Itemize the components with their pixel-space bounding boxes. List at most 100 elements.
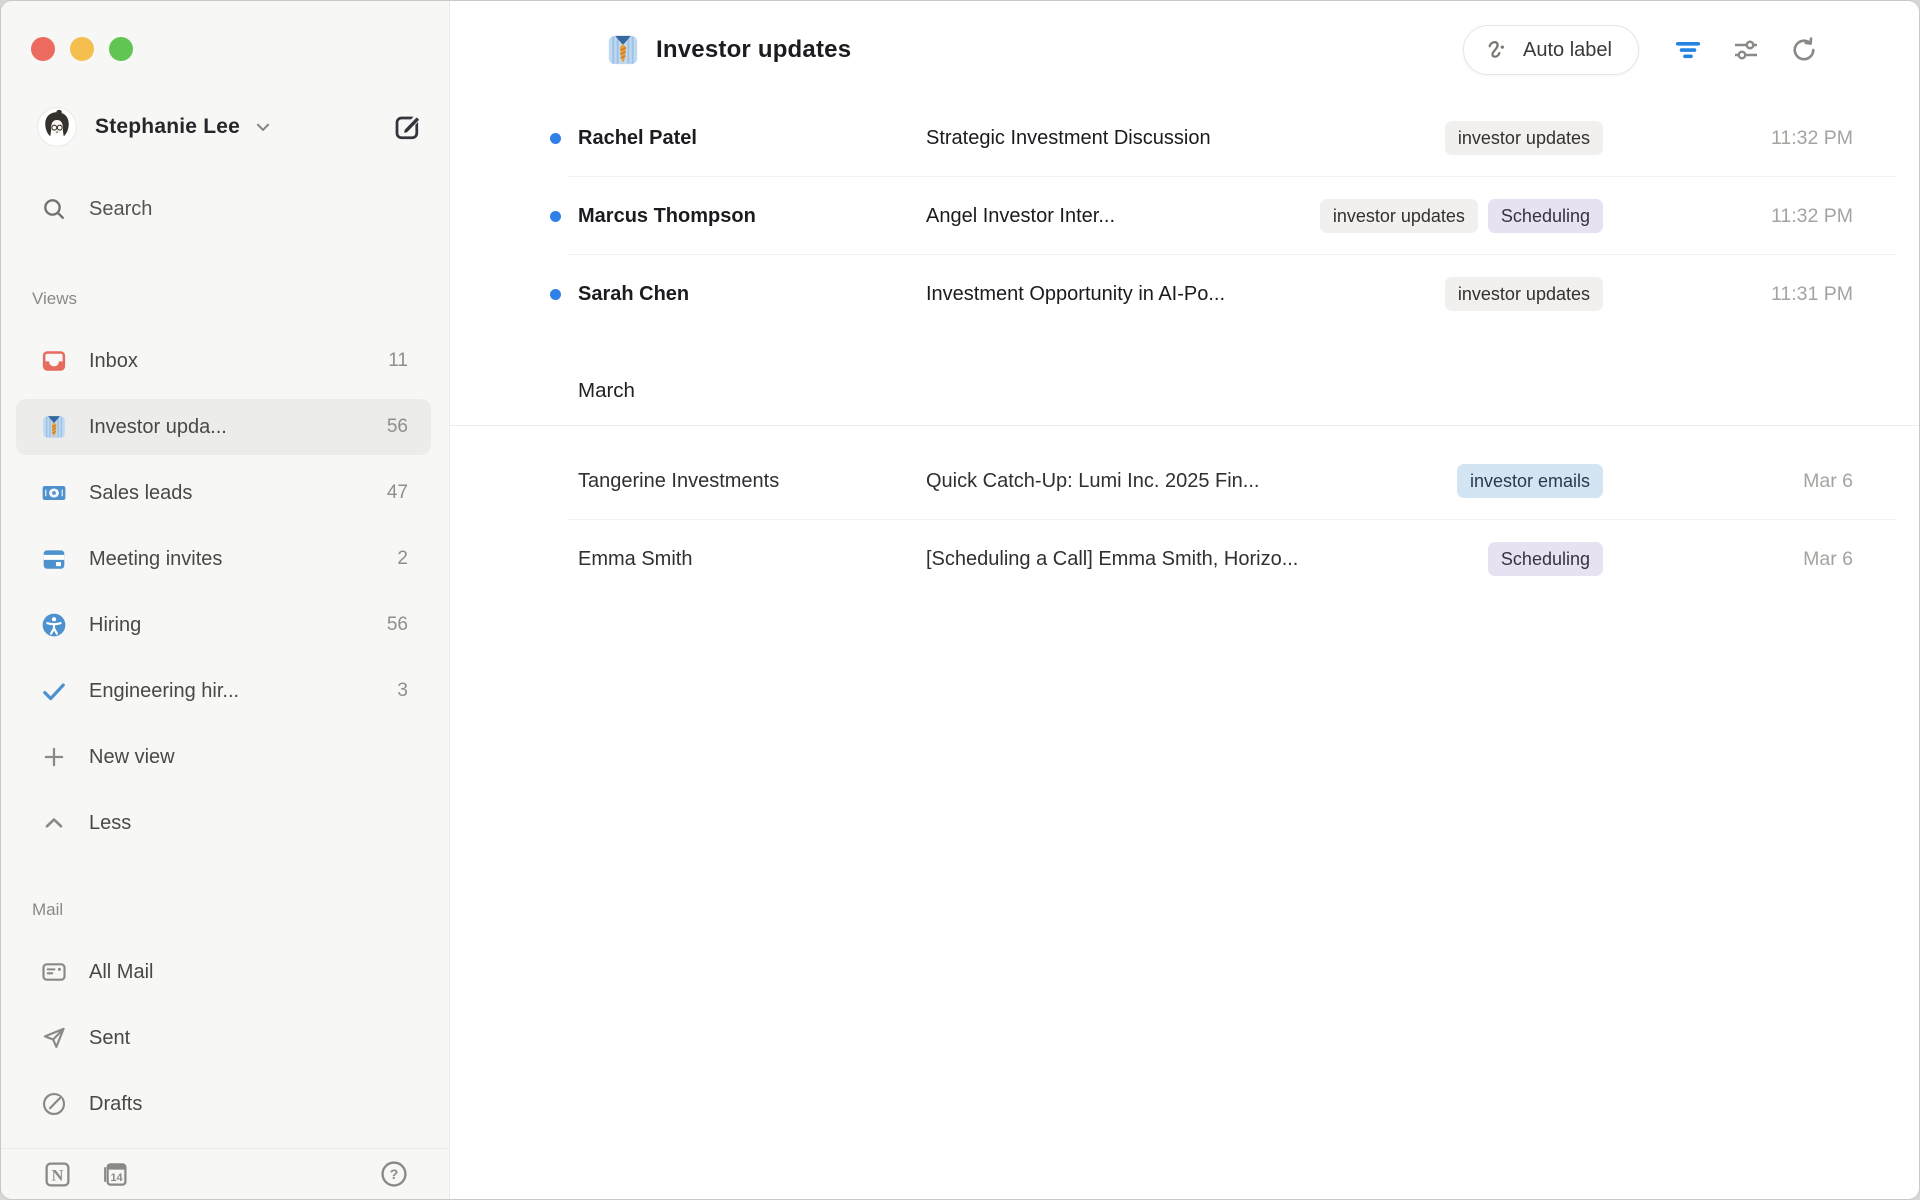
compose-icon[interactable] <box>393 112 423 142</box>
paper-plane-icon <box>41 1025 67 1051</box>
avatar[interactable] <box>37 107 77 147</box>
sidebar-item-label: Engineering hir... <box>89 680 239 703</box>
search-button[interactable]: Search <box>16 187 431 231</box>
necktie-icon <box>606 33 640 67</box>
month-section-header: March <box>450 333 1919 426</box>
chevron-up-icon <box>41 810 67 836</box>
views-section-label: Views <box>32 289 449 309</box>
new-view-label: New view <box>89 746 175 769</box>
email-subject: Quick Catch-Up: Lumi Inc. 2025 Fin... <box>926 470 1457 493</box>
main-panel: Investor updates Auto label <box>450 1 1919 1199</box>
auto-label-button[interactable]: Auto label <box>1463 25 1639 75</box>
email-subject: [Scheduling a Call] Emma Smith, Horizo..… <box>926 548 1488 571</box>
email-row[interactable]: Tangerine Investments Quick Catch-Up: Lu… <box>450 442 1919 520</box>
sidebar-item-all-mail[interactable]: All Mail <box>16 944 431 1000</box>
auto-label-button-label: Auto label <box>1523 39 1612 62</box>
sidebar-footer: N 14 ? <box>1 1148 449 1199</box>
filter-icon[interactable] <box>1673 35 1703 65</box>
svg-text:14: 14 <box>111 1172 123 1184</box>
views-list: Inbox 11 Investor upda... 56 <box>1 333 449 851</box>
sidebar-item-meeting-invites[interactable]: Meeting invites 2 <box>16 531 431 587</box>
sidebar-item-engineering-hiring[interactable]: Engineering hir... 3 <box>16 663 431 719</box>
unread-dot <box>550 289 561 300</box>
sidebar-item-investor-updates[interactable]: Investor upda... 56 <box>16 399 431 455</box>
sidebar-item-label: Meeting invites <box>89 548 222 571</box>
window-controls <box>1 1 449 61</box>
svg-text:N: N <box>52 1165 64 1184</box>
profile-name: Stephanie Lee <box>95 115 240 139</box>
email-row[interactable]: Emma Smith [Scheduling a Call] Emma Smit… <box>450 520 1919 598</box>
sidebar-item-label: Sent <box>89 1027 130 1050</box>
refresh-icon[interactable] <box>1789 35 1819 65</box>
sidebar-item-sales-leads[interactable]: Sales leads 47 <box>16 465 431 521</box>
email-sender: Tangerine Investments <box>578 470 926 493</box>
email-tag[interactable]: investor updates <box>1445 121 1603 155</box>
close-window-icon[interactable] <box>31 37 55 61</box>
sidebar-item-hiring[interactable]: Hiring 56 <box>16 597 431 653</box>
page-title: Investor updates <box>656 36 851 64</box>
sidebar-item-drafts[interactable]: Drafts <box>16 1076 431 1132</box>
sidebar-item-count: 47 <box>387 482 408 504</box>
sidebar-item-count: 56 <box>387 614 408 636</box>
accessibility-icon <box>41 612 67 638</box>
email-tag[interactable]: investor updates <box>1320 199 1478 233</box>
email-sender: Marcus Thompson <box>578 205 926 228</box>
drafts-pencil-icon <box>41 1091 67 1117</box>
email-tags: Scheduling <box>1488 542 1603 576</box>
email-subject: Strategic Investment Discussion <box>926 127 1445 150</box>
sidebar-item-label: Drafts <box>89 1093 142 1116</box>
email-tag[interactable]: Scheduling <box>1488 542 1603 576</box>
email-subject: Angel Investor Inter... <box>926 205 1320 228</box>
new-view-button[interactable]: New view <box>16 729 431 785</box>
profile-row[interactable]: Stephanie Lee <box>37 105 423 149</box>
help-icon[interactable]: ? <box>380 1160 408 1188</box>
chevron-down-icon[interactable] <box>252 116 274 138</box>
search-label: Search <box>89 198 152 221</box>
all-mail-icon <box>41 959 67 985</box>
email-row[interactable]: Sarah Chen Investment Opportunity in AI-… <box>450 255 1919 333</box>
sidebar-item-label: Hiring <box>89 614 141 637</box>
plus-icon <box>41 744 67 770</box>
email-tags: investor emails <box>1457 464 1603 498</box>
sidebar-item-label: All Mail <box>89 961 153 984</box>
svg-text:?: ? <box>390 1166 399 1182</box>
email-time: 11:32 PM <box>1603 127 1853 150</box>
less-label: Less <box>89 812 131 835</box>
email-time: 11:32 PM <box>1603 205 1853 228</box>
sidebar-item-label: Sales leads <box>89 482 192 505</box>
email-time: Mar 6 <box>1603 470 1853 493</box>
email-time: 11:31 PM <box>1603 283 1853 306</box>
email-subject: Investment Opportunity in AI-Po... <box>926 283 1445 306</box>
sliders-icon[interactable] <box>1731 35 1761 65</box>
notion-logo-icon[interactable]: N <box>43 1160 72 1189</box>
email-tags: investor updates <box>1445 277 1603 311</box>
auto-label-wand-icon <box>1484 37 1510 63</box>
sidebar-item-label: Investor upda... <box>89 416 227 439</box>
email-list: Rachel Patel Strategic Investment Discus… <box>450 99 1919 1199</box>
email-tags: investor updates <box>1445 121 1603 155</box>
calendar-icon <box>41 546 67 572</box>
sidebar-item-count: 56 <box>387 416 408 438</box>
sidebar-item-count: 3 <box>397 680 408 702</box>
sidebar-item-count: 2 <box>397 548 408 570</box>
email-tag[interactable]: Scheduling <box>1488 199 1603 233</box>
notion-calendar-icon[interactable]: 14 <box>100 1160 129 1189</box>
email-row[interactable]: Rachel Patel Strategic Investment Discus… <box>450 99 1919 177</box>
minimize-window-icon[interactable] <box>70 37 94 61</box>
sidebar-item-inbox[interactable]: Inbox 11 <box>16 333 431 389</box>
email-tag[interactable]: investor emails <box>1457 464 1603 498</box>
inbox-tray-icon <box>41 348 67 374</box>
email-sender: Rachel Patel <box>578 127 926 150</box>
email-row[interactable]: Marcus Thompson Angel Investor Inter... … <box>450 177 1919 255</box>
unread-dot <box>550 133 561 144</box>
mail-list: All Mail Sent <box>1 944 449 1132</box>
zoom-window-icon[interactable] <box>109 37 133 61</box>
email-tag[interactable]: investor updates <box>1445 277 1603 311</box>
mail-section-label: Mail <box>32 900 449 920</box>
app-window: Stephanie Lee Search Views <box>0 0 1920 1200</box>
less-button[interactable]: Less <box>16 795 431 851</box>
sidebar: Stephanie Lee Search Views <box>1 1 450 1199</box>
sidebar-item-sent[interactable]: Sent <box>16 1010 431 1066</box>
checkmark-icon <box>41 678 67 704</box>
unread-dot <box>550 211 561 222</box>
